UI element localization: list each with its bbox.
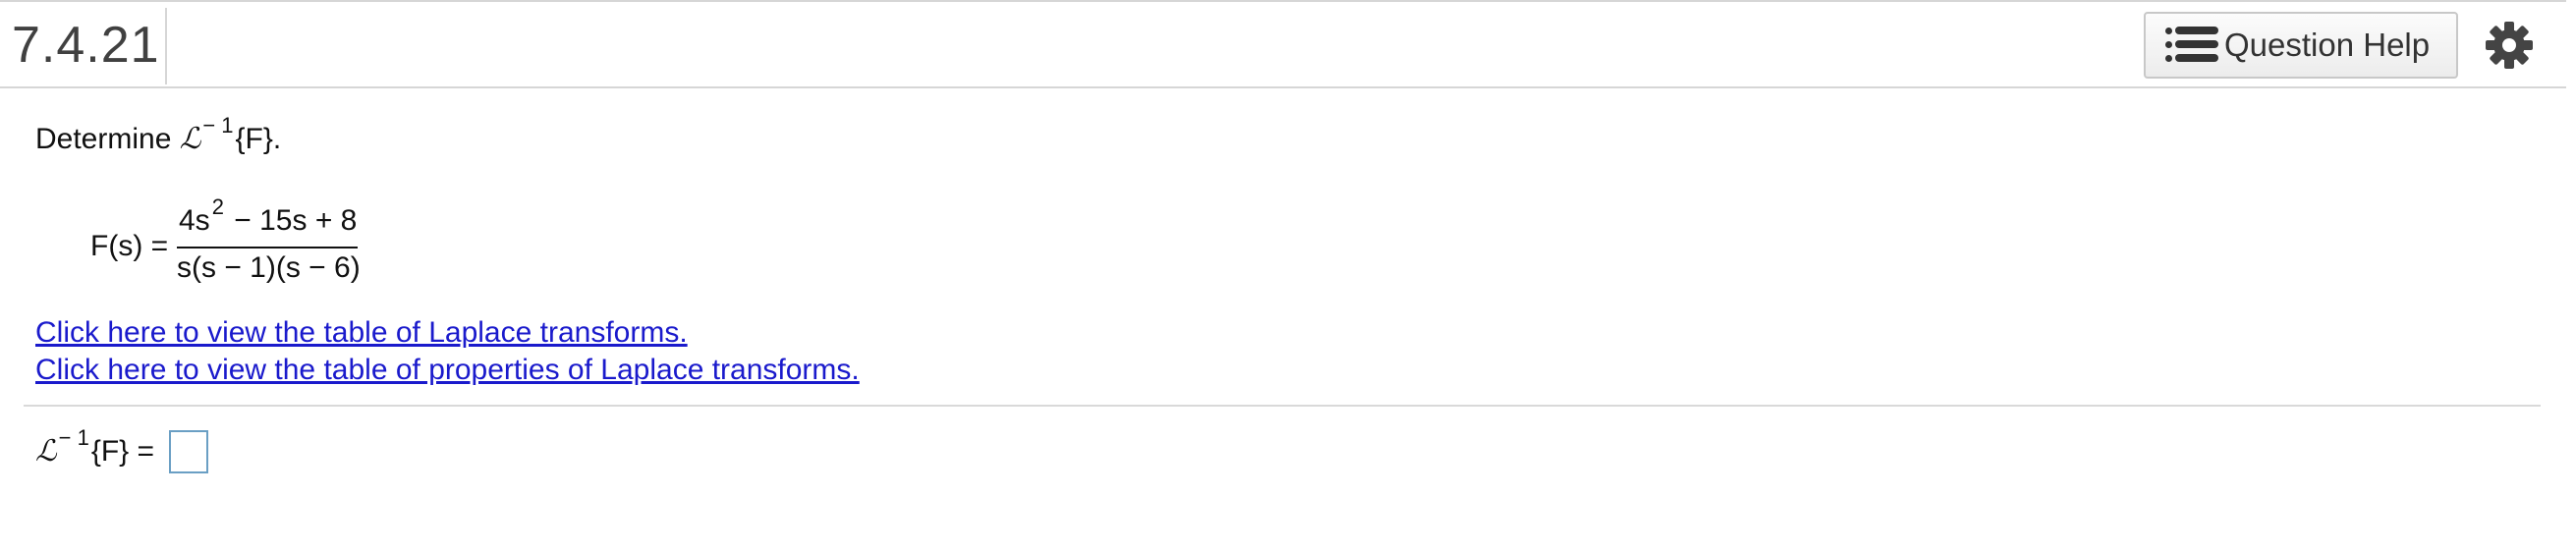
answer-expression: ℒ− 1{F} = bbox=[35, 425, 155, 469]
numerator-exponent: 2 bbox=[211, 194, 224, 219]
answer-operator-symbol: ℒ bbox=[35, 434, 57, 469]
answer-inverse-exponent: − 1 bbox=[58, 425, 89, 450]
fraction-numerator: 4s2 − 15s + 8 bbox=[179, 194, 358, 238]
answer-expression-suffix: {F} = bbox=[90, 435, 155, 468]
question-prompt: Determine ℒ− 1{F}. bbox=[35, 113, 282, 156]
prompt-prefix: Determine bbox=[35, 123, 180, 155]
list-icon bbox=[2165, 25, 2218, 66]
answer-separator bbox=[24, 405, 2541, 407]
laplace-properties-link[interactable]: Click here to view the table of properti… bbox=[35, 354, 860, 387]
function-lhs: F(s) = bbox=[90, 230, 169, 262]
laplace-table-link[interactable]: Click here to view the table of Laplace … bbox=[35, 316, 688, 350]
question-help-label: Question Help bbox=[2224, 27, 2431, 63]
answer-input[interactable] bbox=[169, 430, 208, 473]
question-page: 7.4.21 Question Help Determine ℒ− 1{F}. … bbox=[0, 0, 2576, 552]
header-divider bbox=[165, 8, 167, 84]
numerator-rest: − 15s + 8 bbox=[225, 204, 358, 237]
prompt-suffix: {F}. bbox=[235, 123, 282, 155]
fraction-bar bbox=[177, 247, 358, 248]
question-header: 7.4.21 Question Help bbox=[0, 0, 2566, 88]
inverse-exponent: − 1 bbox=[202, 113, 234, 138]
fraction-denominator: s(s − 1)(s − 6) bbox=[177, 251, 361, 284]
gear-icon[interactable] bbox=[2484, 20, 2535, 71]
question-help-button[interactable]: Question Help bbox=[2144, 12, 2458, 79]
laplace-operator-symbol: ℒ bbox=[179, 122, 201, 156]
question-number: 7.4.21 bbox=[12, 17, 160, 74]
numerator-base: 4s bbox=[179, 204, 210, 237]
